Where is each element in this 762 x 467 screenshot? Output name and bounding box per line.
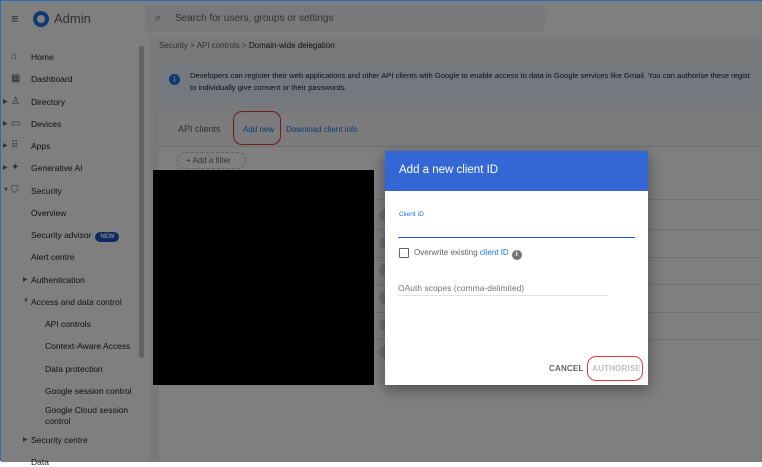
add-client-id-dialog: Add a new client ID Client ID Overwrite … xyxy=(385,151,648,385)
oauth-scopes-input[interactable] xyxy=(398,281,608,296)
client-id-label: Client ID xyxy=(399,211,424,218)
dialog-title: Add a new client ID xyxy=(385,151,648,191)
overwrite-label: Overwrite existing client ID i xyxy=(414,248,522,260)
highlight-ring xyxy=(587,356,643,381)
info-icon[interactable]: i xyxy=(511,250,522,260)
client-id-input[interactable] xyxy=(398,221,635,238)
client-id-link[interactable]: client ID xyxy=(480,248,509,257)
cancel-button[interactable]: CANCEL xyxy=(549,364,584,373)
redacted-region xyxy=(153,170,374,385)
label: Overwrite existing xyxy=(414,248,478,257)
overwrite-checkbox[interactable] xyxy=(399,248,409,258)
